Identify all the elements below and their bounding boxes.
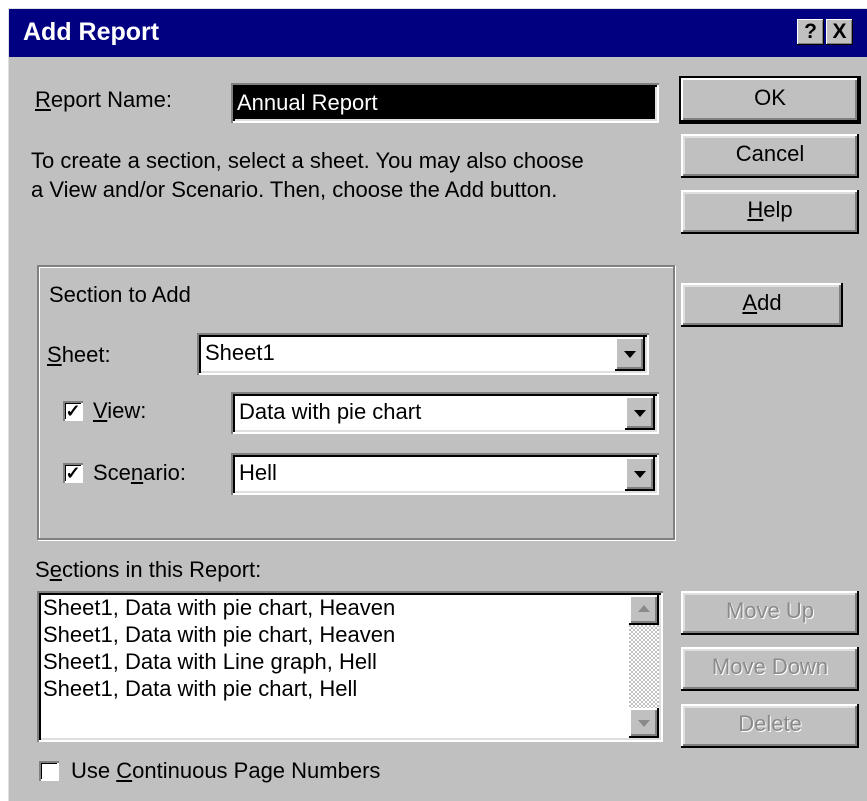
scenario-label: Scenario: xyxy=(93,460,186,485)
list-scrollbar[interactable] xyxy=(629,595,659,738)
move-down-button[interactable]: Move Down xyxy=(681,647,859,691)
close-icon[interactable]: X xyxy=(826,19,853,45)
help-button[interactable]: Help xyxy=(681,190,859,234)
section-group-label: Section to Add xyxy=(49,282,191,307)
chevron-down-icon[interactable] xyxy=(615,337,645,371)
view-checkbox[interactable]: ✓ xyxy=(63,401,83,421)
cancel-button[interactable]: Cancel xyxy=(681,134,859,178)
ok-button[interactable]: OK xyxy=(681,78,859,122)
continuous-page-numbers-label: Use Continuous Page Numbers xyxy=(71,758,381,783)
scenario-checkbox[interactable]: ✓ xyxy=(63,463,83,483)
scroll-up-icon[interactable] xyxy=(629,595,659,625)
list-item[interactable]: Sheet1, Data with pie chart, Heaven xyxy=(43,595,395,621)
instructions-line-1: To create a section, select a sheet. You… xyxy=(31,148,584,173)
move-up-button[interactable]: Move Up xyxy=(681,591,859,635)
dialog-title: Add Report xyxy=(23,18,160,46)
scroll-down-icon[interactable] xyxy=(629,708,659,738)
sections-listbox[interactable]: Sheet1, Data with pie chart, Heaven Shee… xyxy=(37,591,663,742)
title-bar[interactable]: Add Report ? X xyxy=(9,9,867,57)
sections-list-label: Sections in this Report: xyxy=(35,557,262,582)
list-item[interactable]: Sheet1, Data with pie chart, Hell xyxy=(43,676,357,702)
sheet-dropdown[interactable]: Sheet1 xyxy=(197,333,649,375)
scenario-dropdown[interactable]: Hell xyxy=(231,453,659,495)
view-value: Data with pie chart xyxy=(239,399,422,424)
sheet-value: Sheet1 xyxy=(205,340,275,365)
delete-button[interactable]: Delete xyxy=(681,704,859,748)
report-name-field[interactable]: Annual Report xyxy=(231,83,659,123)
chevron-down-icon[interactable] xyxy=(625,457,655,491)
report-name-label: Report Name: xyxy=(35,87,172,112)
help-icon[interactable]: ? xyxy=(797,19,824,45)
chevron-down-icon[interactable] xyxy=(625,396,655,430)
view-label: View: xyxy=(93,398,147,423)
scenario-value: Hell xyxy=(239,460,277,485)
add-report-dialog: Add Report ? X Report Name: Annual Repor… xyxy=(8,8,867,801)
list-item[interactable]: Sheet1, Data with Line graph, Hell xyxy=(43,649,377,675)
view-dropdown[interactable]: Data with pie chart xyxy=(231,392,659,434)
list-item[interactable]: Sheet1, Data with pie chart, Heaven xyxy=(43,622,395,648)
continuous-page-numbers-checkbox[interactable] xyxy=(39,761,59,781)
add-button[interactable]: Add xyxy=(681,283,843,327)
sheet-label: Sheet: xyxy=(47,342,111,367)
instructions-line-2: a View and/or Scenario. Then, choose the… xyxy=(31,177,558,202)
report-name-value: Annual Report xyxy=(237,90,378,115)
